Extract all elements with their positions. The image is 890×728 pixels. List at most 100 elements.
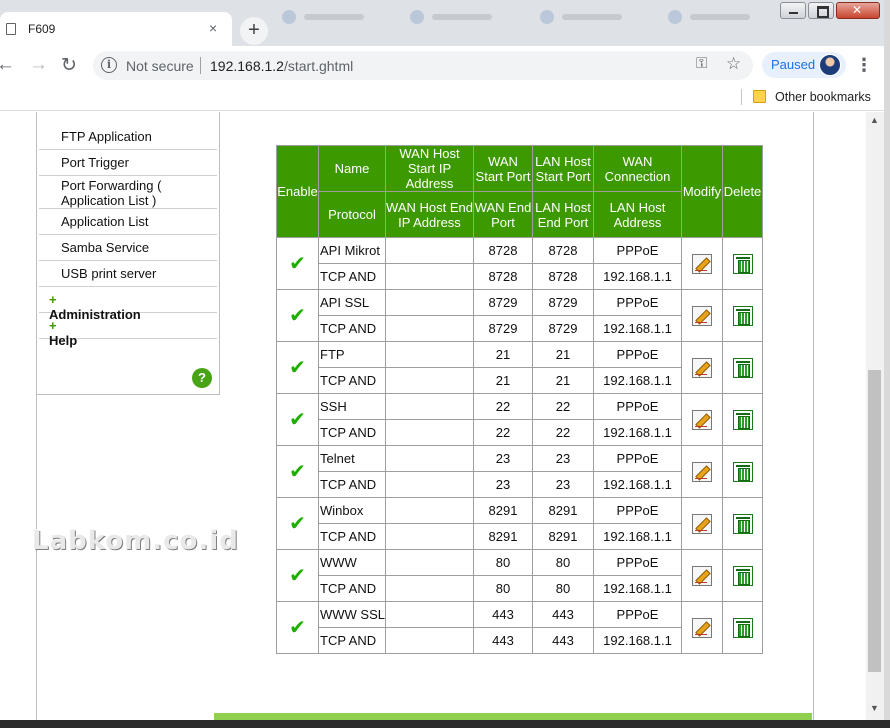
enable-cell[interactable]: ✔	[276, 497, 319, 550]
profile-button[interactable]: Paused	[762, 52, 846, 78]
wan-host-end-ip	[385, 367, 474, 394]
menu-item-ftp-application[interactable]: FTP Application	[39, 112, 217, 150]
menu-group-administration[interactable]: + Administration	[39, 287, 217, 322]
help-icon[interactable]: ?	[192, 368, 212, 388]
tab-close-icon[interactable]: ×	[209, 20, 217, 36]
check-icon[interactable]: ✔	[289, 565, 306, 587]
edit-pencil-icon[interactable]	[692, 461, 712, 482]
lan-host-address: 192.168.1.1	[593, 367, 682, 394]
wan-host-end-ip	[385, 627, 474, 654]
edit-pencil-icon[interactable]	[692, 565, 712, 586]
enable-cell[interactable]: ✔	[276, 445, 319, 498]
minimize-button[interactable]	[780, 2, 806, 19]
check-icon[interactable]: ✔	[289, 461, 306, 483]
edit-pencil-icon[interactable]	[692, 253, 712, 274]
wan-start-port: 23	[473, 445, 533, 472]
modify-cell	[681, 601, 723, 654]
back-arrow-icon[interactable]: ←	[0, 54, 15, 76]
trash-icon[interactable]	[732, 565, 753, 586]
enable-cell[interactable]: ✔	[276, 549, 319, 602]
background-tab[interactable]	[668, 8, 760, 26]
menu-item-label: Port Trigger	[61, 155, 129, 170]
header-wan-host-start-ip: WAN Host Start IP Address	[385, 145, 474, 192]
header-wan-connection: WAN Connection	[593, 145, 682, 192]
scroll-down-icon[interactable]: ▼	[870, 703, 879, 713]
check-icon[interactable]: ✔	[289, 409, 306, 431]
trash-icon[interactable]	[732, 253, 753, 274]
trash-icon[interactable]	[732, 513, 753, 534]
enable-cell[interactable]: ✔	[276, 289, 319, 342]
trash-icon[interactable]	[732, 461, 753, 482]
modify-cell	[681, 497, 723, 550]
background-tab[interactable]	[410, 8, 502, 26]
menu-item-port-trigger[interactable]: Port Trigger	[39, 150, 217, 176]
edit-pencil-icon[interactable]	[692, 357, 712, 378]
edit-pencil-icon[interactable]	[692, 617, 712, 638]
edit-pencil-icon[interactable]	[692, 513, 712, 534]
browser-tab[interactable]: F609 ×	[0, 12, 232, 46]
info-icon[interactable]: i	[101, 57, 117, 73]
maximize-button[interactable]	[808, 2, 834, 19]
menu-group-help[interactable]: + Help	[39, 313, 217, 348]
edit-pencil-icon[interactable]	[692, 409, 712, 430]
other-bookmarks-link[interactable]: Other bookmarks	[775, 90, 871, 104]
background-tab[interactable]	[282, 8, 374, 26]
trash-icon[interactable]	[732, 357, 753, 378]
check-icon[interactable]: ✔	[289, 253, 306, 275]
address-bar[interactable]: i Not secure 192.168.1.2/start.ghtml ⚿ ☆	[93, 51, 753, 80]
menu-item-label: USB print server	[61, 266, 157, 281]
menu-item-application-list[interactable]: Application List	[39, 209, 217, 235]
check-icon[interactable]: ✔	[289, 357, 306, 379]
wan-host-start-ip	[385, 393, 474, 420]
scroll-up-icon[interactable]: ▲	[870, 115, 879, 125]
trash-icon[interactable]	[732, 409, 753, 430]
scrollbar-thumb[interactable]	[868, 370, 881, 672]
check-icon[interactable]: ✔	[289, 305, 306, 327]
rule-protocol: TCP AND	[318, 471, 386, 498]
bookmark-star-icon[interactable]: ☆	[726, 54, 741, 74]
rule-name: API SSL	[318, 289, 386, 316]
wan-host-start-ip	[385, 341, 474, 368]
delete-cell	[722, 289, 763, 342]
enable-cell[interactable]: ✔	[276, 237, 319, 290]
lan-host-start-port: 22	[532, 393, 594, 420]
check-icon[interactable]: ✔	[289, 617, 306, 639]
menu-item-port-forwarding[interactable]: Port Forwarding ( Application List )	[39, 176, 217, 209]
menu-item-samba-service[interactable]: Samba Service	[39, 235, 217, 261]
lan-host-end-port: 8291	[532, 523, 594, 550]
wan-host-end-ip	[385, 575, 474, 602]
wan-start-port: 8728	[473, 237, 533, 264]
edit-pencil-icon[interactable]	[692, 305, 712, 326]
profile-status: Paused	[771, 57, 816, 72]
close-window-button[interactable]	[836, 2, 880, 19]
key-icon[interactable]: ⚿	[696, 55, 707, 72]
trash-icon[interactable]	[732, 617, 753, 638]
header-delete: Delete	[722, 145, 763, 238]
url-text[interactable]: 192.168.1.2/start.ghtml	[210, 58, 353, 74]
enable-cell[interactable]: ✔	[276, 601, 319, 654]
menu-kebab-icon[interactable]: ⋮	[855, 55, 873, 76]
trash-icon[interactable]	[732, 305, 753, 326]
new-tab-button[interactable]: +	[240, 17, 268, 45]
lan-host-address: 192.168.1.1	[593, 315, 682, 342]
lan-host-address: 192.168.1.1	[593, 575, 682, 602]
vertical-scrollbar[interactable]: ▲ ▼	[866, 112, 884, 720]
modify-cell	[681, 445, 723, 498]
enable-cell[interactable]: ✔	[276, 341, 319, 394]
wan-connection: PPPoE	[593, 497, 682, 524]
forward-arrow-icon[interactable]: →	[29, 54, 48, 76]
enable-cell[interactable]: ✔	[276, 393, 319, 446]
wan-host-start-ip	[385, 549, 474, 576]
wan-host-start-ip	[385, 289, 474, 316]
menu-item-label: FTP Application	[61, 129, 152, 144]
lan-host-end-port: 8728	[532, 263, 594, 290]
header-wan-end-port: WAN End Port	[473, 191, 533, 238]
check-icon[interactable]: ✔	[289, 513, 306, 535]
lan-host-start-port: 8291	[532, 497, 594, 524]
lan-host-address: 192.168.1.1	[593, 471, 682, 498]
background-tab[interactable]	[540, 8, 632, 26]
menu-item-usb-print-server[interactable]: USB print server	[39, 261, 217, 287]
header-lan-host-end-port: LAN Host End Port	[532, 191, 594, 238]
wan-start-port: 8729	[473, 289, 533, 316]
reload-icon[interactable]: ↻	[61, 54, 77, 77]
